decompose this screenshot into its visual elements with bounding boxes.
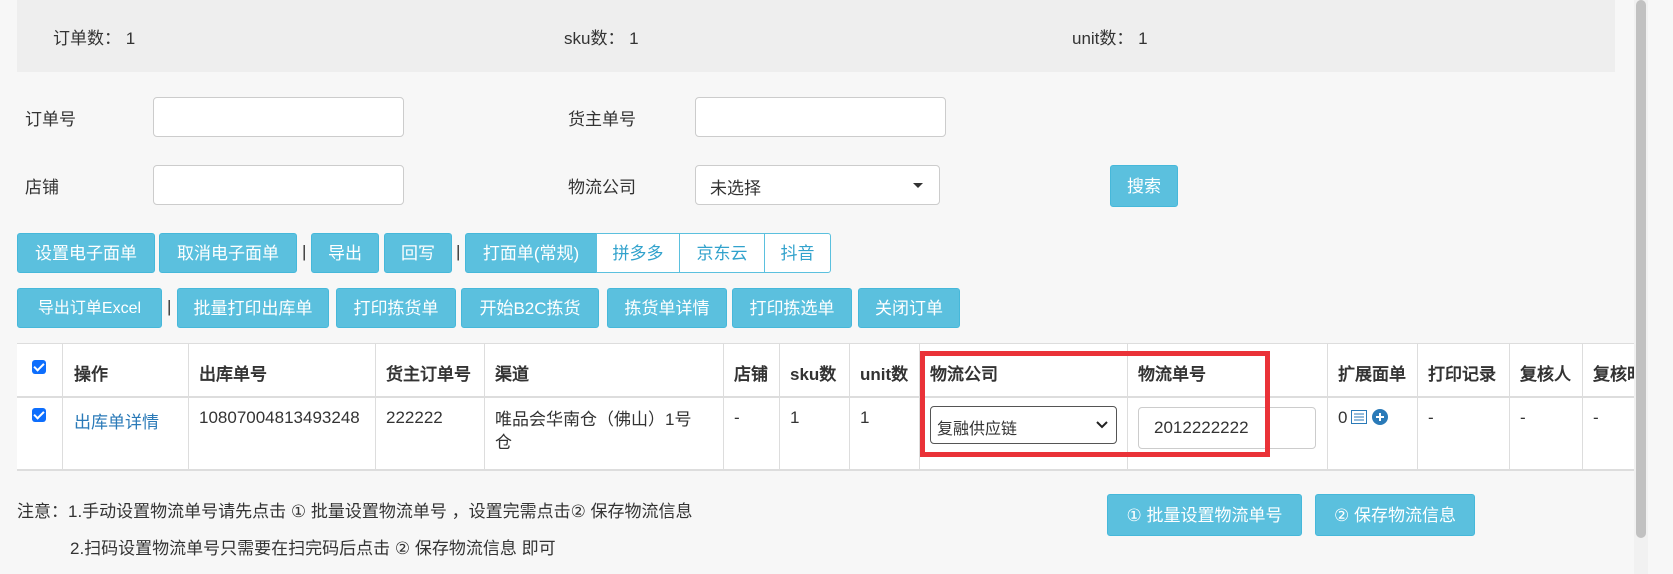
- unit-cell: 1: [860, 408, 870, 427]
- cancel-eform-button[interactable]: 取消电子面单: [159, 233, 297, 273]
- batch-print-out-button[interactable]: 批量打印出库单: [177, 288, 329, 328]
- col-divider: [484, 344, 485, 469]
- note-line-1: 注意：1.手动设置物流单号请先点击 ① 批量设置物流单号 ，设置完需点击② 保存…: [17, 502, 693, 521]
- header-review-time: 复核时: [1593, 365, 1635, 384]
- douyin-button[interactable]: 抖音: [764, 233, 831, 273]
- header-ext-form: 扩展面单: [1338, 365, 1406, 384]
- batch-set-tracking-button[interactable]: ① 批量设置物流单号: [1107, 494, 1302, 536]
- pdd-button[interactable]: 拼多多: [596, 233, 680, 273]
- pick-detail-button[interactable]: 拣货单详情: [607, 288, 727, 328]
- order-no-input[interactable]: [153, 97, 404, 137]
- header-shop: 店铺: [734, 365, 768, 384]
- channel-cell: 唯品会华南仓（佛山）1号仓: [495, 410, 692, 452]
- print-pick-button[interactable]: 打印拣货单: [336, 288, 456, 328]
- reviewer-cell: -: [1520, 408, 1526, 427]
- sku-count: sku数： 1: [564, 29, 639, 48]
- col-divider: [188, 344, 189, 469]
- order-table: 操作 出库单号 货主订单号 渠道 店铺 sku数 unit数 物流公司 物流单号…: [17, 343, 1635, 471]
- header-unit: unit数: [860, 365, 909, 384]
- print-select-button[interactable]: 打印拣选单: [732, 288, 852, 328]
- col-divider: [1327, 344, 1328, 469]
- header-owner-order-no: 货主订单号: [386, 365, 471, 384]
- export-excel-button[interactable]: 导出订单Excel: [17, 288, 162, 328]
- col-divider: [1417, 344, 1418, 469]
- highlight-box: [920, 351, 1270, 457]
- col-divider: [1582, 344, 1583, 469]
- row-checkbox[interactable]: [32, 408, 46, 422]
- header-channel: 渠道: [495, 365, 529, 384]
- chevron-down-icon: [913, 183, 923, 188]
- owner-no-input[interactable]: [695, 97, 946, 137]
- separator: |: [302, 242, 307, 261]
- col-divider: [62, 344, 63, 469]
- ext-count: 0: [1338, 408, 1348, 427]
- order-count: 订单数： 1: [53, 29, 136, 48]
- outbound-detail-link[interactable]: 出库单详情: [74, 408, 159, 433]
- owner-no-label: 货主单号: [568, 110, 636, 129]
- shop-input[interactable]: [153, 165, 404, 205]
- separator: |: [456, 242, 461, 261]
- header-outbound-no: 出库单号: [199, 365, 267, 384]
- carrier-select-value: 未选择: [710, 179, 761, 198]
- sku-cell: 1: [790, 408, 800, 427]
- carrier-label: 物流公司: [568, 178, 636, 197]
- scrollbar-thumb[interactable]: [1636, 0, 1646, 538]
- col-divider: [1509, 344, 1510, 469]
- header-divider: [17, 396, 1635, 398]
- header-reviewer: 复核人: [1520, 365, 1571, 384]
- owner-order-no-cell: 222222: [386, 408, 443, 427]
- save-logistics-button[interactable]: ② 保存物流信息: [1315, 494, 1475, 536]
- select-all-checkbox[interactable]: [32, 360, 46, 374]
- print-record-cell: -: [1428, 408, 1434, 427]
- writeback-button[interactable]: 回写: [384, 233, 452, 273]
- start-b2c-button[interactable]: 开始B2C拣货: [461, 288, 599, 328]
- export-button[interactable]: 导出: [311, 233, 379, 273]
- summary-bar: 订单数： 1 sku数： 1 unit数： 1: [17, 0, 1615, 72]
- shop-cell: -: [734, 408, 740, 427]
- col-divider: [849, 344, 850, 469]
- unit-count: unit数： 1: [1072, 29, 1148, 48]
- col-divider: [779, 344, 780, 469]
- review-time-cell: -: [1593, 408, 1599, 427]
- search-button[interactable]: 搜索: [1110, 165, 1178, 207]
- col-divider: [723, 344, 724, 469]
- carrier-select[interactable]: 未选择: [695, 165, 940, 205]
- close-order-button[interactable]: 关闭订单: [858, 288, 960, 328]
- col-divider: [375, 344, 376, 469]
- jdcloud-button[interactable]: 京东云: [679, 233, 765, 273]
- note-line-2: 2.扫码设置物流单号只需要在扫完码后点击 ② 保存物流信息 即可: [70, 539, 556, 558]
- print-regular-button[interactable]: 打面单(常规): [465, 233, 597, 273]
- separator: |: [167, 297, 172, 316]
- list-icon[interactable]: [1351, 410, 1367, 424]
- header-print-record: 打印记录: [1428, 365, 1496, 384]
- plus-circle-icon[interactable]: [1372, 409, 1388, 425]
- header-sku: sku数: [790, 365, 837, 384]
- header-action: 操作: [74, 365, 108, 384]
- order-no-label: 订单号: [25, 110, 76, 129]
- outbound-no-cell: 10807004813493248: [199, 408, 360, 427]
- set-eform-button[interactable]: 设置电子面单: [17, 233, 155, 273]
- shop-label: 店铺: [25, 178, 59, 197]
